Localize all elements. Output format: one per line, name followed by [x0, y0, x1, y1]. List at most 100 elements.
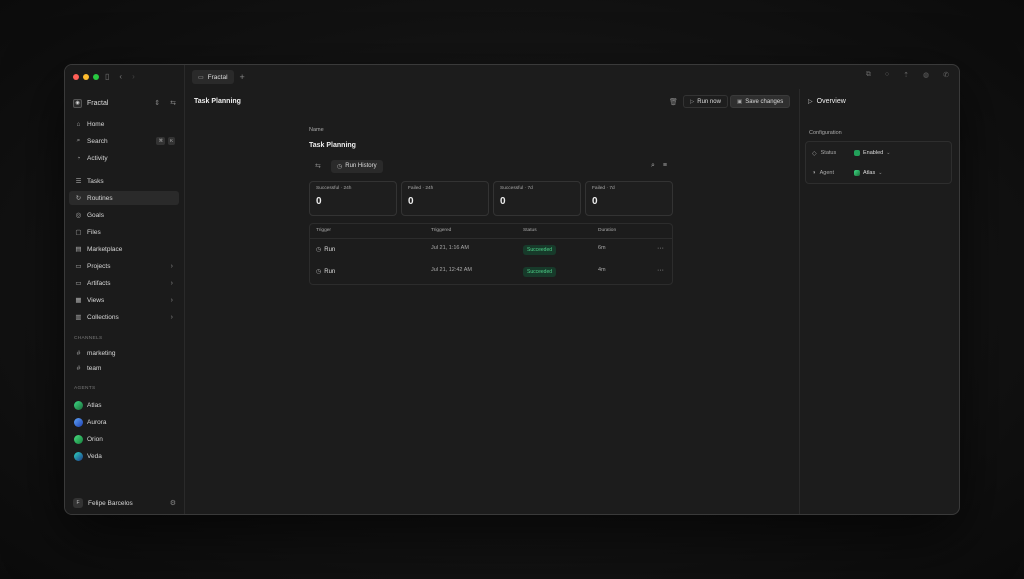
triggered-cell: Jul 21, 12:42 AM — [431, 267, 472, 273]
agents-section-label: AGENTS — [74, 386, 96, 391]
run-history-tab[interactable]: ◷ Run History — [331, 159, 383, 173]
channel-label: marketing — [87, 349, 116, 357]
sidebar-toolbar: ▯ ‹ › — [105, 72, 135, 81]
history-toolbar: ⇆ ◷ Run History ⌕ ≡ — [309, 159, 671, 173]
swap-icon[interactable]: ⇆ — [170, 99, 176, 107]
agent-item-aurora[interactable]: Aurora — [69, 415, 179, 429]
forward-icon[interactable]: › — [132, 72, 135, 81]
play-icon: ▷ — [808, 99, 813, 105]
trash-icon[interactable]: 🗑 — [669, 98, 678, 106]
sidebar-item-label: Home — [87, 120, 105, 128]
agent-item-orion[interactable]: Orion — [69, 432, 179, 446]
back-icon[interactable]: ‹ — [119, 72, 122, 81]
channel-item-team[interactable]: # team — [69, 361, 179, 375]
sidebar-item-search[interactable]: ⌕ Search ⌘ K — [69, 134, 179, 148]
agent-avatar — [74, 400, 83, 410]
window-toolbar-icons: ⧉ ○ ⇡ ◍ ✆ — [866, 71, 949, 79]
page-title: Task Planning — [194, 98, 241, 105]
sidebar-item-tasks[interactable]: ☰ Tasks — [69, 174, 179, 188]
stat-value: 0 — [316, 196, 322, 207]
chevron-right-icon[interactable]: › — [171, 263, 173, 270]
sidebar-item-label: Search — [87, 137, 108, 145]
stat-label: Failed · 24h — [408, 186, 434, 191]
refresh-icon[interactable]: ○ — [885, 71, 889, 79]
channel-item-marketing[interactable]: # marketing — [69, 346, 179, 360]
history-icon: ◷ — [337, 163, 343, 170]
sidebar: ▯ ‹ › ◉ Fractal ⇕ ⇆ ⌂ Home ⌕ Search ⌘ K … — [65, 65, 185, 514]
kbd-k: K — [167, 137, 175, 145]
sidebar-item-activity[interactable]: ◔ Activity — [69, 151, 179, 165]
sidebar-item-home[interactable]: ⌂ Home — [69, 117, 179, 131]
swap-icon[interactable]: ⇆ — [315, 162, 327, 170]
table-row[interactable]: ◷ Run Jul 21, 12:42 AM Succeeded 4m ··· — [310, 261, 672, 283]
chevron-updown-icon[interactable]: ⇕ — [154, 99, 160, 107]
search-shortcut: ⌘ K — [156, 137, 175, 145]
sidebar-item-goals[interactable]: ◎ Goals — [69, 208, 179, 222]
agent-avatar — [74, 417, 83, 427]
duration-cell: 6m — [598, 245, 606, 251]
overview-title: Overview — [816, 98, 846, 105]
hash-icon: # — [76, 349, 81, 357]
tab-bar: ▭ Fractal + ⧉ ○ ⇡ ◍ ✆ — [186, 65, 959, 89]
stat-label: Successful · 24h — [316, 186, 352, 191]
column-header-triggered: Triggered — [431, 228, 452, 233]
agent-item-atlas[interactable]: Atlas — [69, 398, 179, 412]
name-field-value[interactable]: Task Planning — [309, 142, 356, 149]
close-window-button[interactable] — [73, 74, 79, 80]
agent-key: Agent — [819, 170, 834, 176]
agent-item-veda[interactable]: Veda — [69, 449, 179, 463]
share-icon[interactable]: ⇡ — [903, 71, 909, 79]
chevron-right-icon[interactable]: › — [171, 280, 173, 287]
chevron-down-icon: ⌄ — [886, 150, 891, 156]
minimize-window-button[interactable] — [83, 74, 89, 80]
sidebar-item-views[interactable]: ▦ Views › — [69, 293, 179, 307]
trigger-cell: ◷ Run — [316, 246, 335, 253]
window-icon: ▭ — [198, 74, 204, 81]
user-name: Felipe Barcelos — [88, 499, 133, 507]
kbd-cmd: ⌘ — [156, 137, 165, 145]
folder-icon: ▭ — [75, 263, 82, 270]
table-row[interactable]: ◷ Run Jul 21, 1:16 AM Succeeded 6m ··· — [310, 238, 672, 260]
chevron-right-icon[interactable]: › — [171, 314, 173, 321]
trigger-value: Run — [324, 247, 336, 253]
sidebar-item-label: Activity — [87, 154, 108, 162]
status-select[interactable]: Enabled ⌄ — [854, 150, 890, 156]
gear-icon[interactable]: ⚙ — [170, 499, 176, 507]
agent-select[interactable]: Atlas ⌄ — [854, 170, 882, 176]
filter-icon[interactable]: ≡ — [663, 162, 667, 170]
chevron-right-icon[interactable]: › — [171, 297, 173, 304]
sidebar-item-collections[interactable]: ▥ Collections › — [69, 310, 179, 324]
tab-fractal[interactable]: ▭ Fractal — [192, 70, 234, 84]
views-icon: ▦ — [75, 297, 82, 304]
sidebar-item-marketplace[interactable]: ▤ Marketplace — [69, 242, 179, 256]
status-badge: Succeeded — [523, 267, 557, 277]
new-tab-button[interactable]: + — [240, 72, 245, 82]
sidebar-item-artifacts[interactable]: ▭ Artifacts › — [69, 276, 179, 290]
traffic-lights — [73, 74, 99, 80]
agent-avatar — [74, 434, 83, 444]
sidebar-item-routines[interactable]: ↻ Routines — [69, 191, 179, 205]
layout-icon[interactable]: ⧉ — [866, 71, 871, 79]
status-key: Status — [820, 150, 837, 156]
sidebar-toggle-icon[interactable]: ▯ — [105, 72, 109, 81]
sidebar-item-label: Tasks — [87, 177, 104, 185]
sidebar-item-projects[interactable]: ▭ Projects › — [69, 259, 179, 273]
search-icon[interactable]: ⌕ — [651, 162, 655, 170]
tab-label: Fractal — [207, 73, 228, 81]
maximize-window-button[interactable] — [93, 74, 99, 80]
user-menu[interactable]: F Felipe Barcelos ⚙ — [69, 496, 176, 510]
more-icon[interactable]: ··· — [657, 245, 664, 252]
run-now-button[interactable]: ▷ Run now — [683, 95, 728, 108]
configuration-box: ◇ Status Enabled ⌄ ◑ Agent Atlas ⌄ — [805, 141, 952, 184]
agent-avatar — [74, 451, 83, 461]
settings-icon[interactable]: ◍ — [923, 71, 929, 79]
routines-icon: ↻ — [75, 195, 82, 202]
workspace-switcher[interactable]: ◉ Fractal ⇕ ⇆ — [73, 97, 176, 109]
overview-header[interactable]: ▷ Overview — [808, 98, 846, 105]
save-changes-button[interactable]: ▣ Save changes — [730, 95, 791, 108]
status-badge: Succeeded — [523, 245, 557, 255]
more-icon[interactable]: ··· — [657, 267, 664, 274]
chevron-down-icon: ⌄ — [878, 170, 883, 176]
phone-icon[interactable]: ✆ — [943, 71, 949, 79]
sidebar-item-files[interactable]: ▢ Files — [69, 225, 179, 239]
